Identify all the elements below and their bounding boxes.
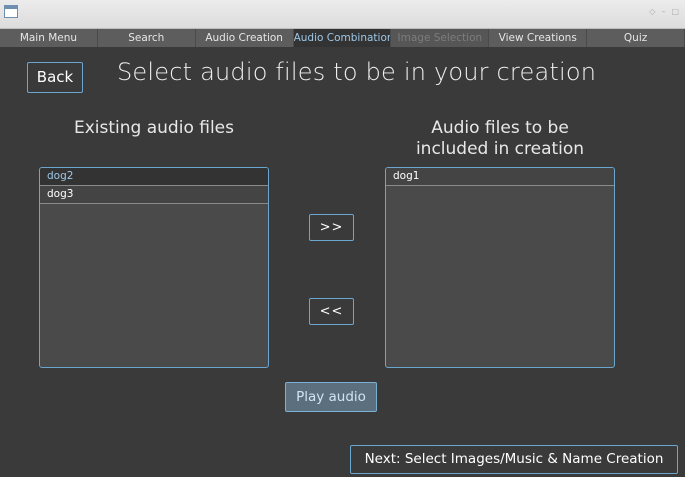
app-window-icon: [4, 5, 18, 18]
window-menu-icon[interactable]: ◇: [649, 7, 655, 17]
list-item[interactable]: dog1: [386, 168, 614, 186]
included-heading-line1: Audio files to be: [431, 118, 569, 138]
window-controls: ◇ – □: [649, 6, 679, 18]
list-item[interactable]: dog3: [40, 186, 268, 204]
existing-audio-list[interactable]: dog2 dog3: [39, 167, 269, 368]
tab-image-selection: Image Selection: [391, 29, 490, 47]
remove-from-creation-button[interactable]: <<: [309, 298, 354, 325]
tab-search[interactable]: Search: [97, 29, 196, 47]
back-button[interactable]: Back: [27, 62, 83, 93]
window-titlebar: ◇ – □: [0, 0, 685, 29]
tab-view-creations[interactable]: View Creations: [489, 29, 588, 47]
included-audio-list[interactable]: dog1: [385, 167, 615, 368]
next-button[interactable]: Next: Select Images/Music & Name Creatio…: [350, 445, 678, 474]
tab-bar: Main Menu Search Audio Creation Audio Co…: [0, 29, 685, 47]
tab-main-menu[interactable]: Main Menu: [0, 29, 98, 47]
included-audio-heading: Audio files to be included in creation: [386, 118, 614, 160]
maximize-icon[interactable]: □: [671, 7, 679, 17]
list-item[interactable]: dog2: [40, 168, 268, 186]
page-title: Select audio files to be in your creatio…: [117, 58, 597, 86]
tab-audio-combination[interactable]: Audio Combination: [293, 29, 392, 47]
play-audio-button[interactable]: Play audio: [285, 382, 377, 412]
tab-audio-creation[interactable]: Audio Creation: [195, 29, 294, 47]
minimize-icon[interactable]: –: [661, 7, 665, 17]
included-heading-line2: included in creation: [415, 139, 585, 159]
existing-audio-heading: Existing audio files: [74, 118, 234, 138]
add-to-creation-button[interactable]: >>: [309, 214, 354, 241]
tab-quiz[interactable]: Quiz: [587, 29, 685, 47]
